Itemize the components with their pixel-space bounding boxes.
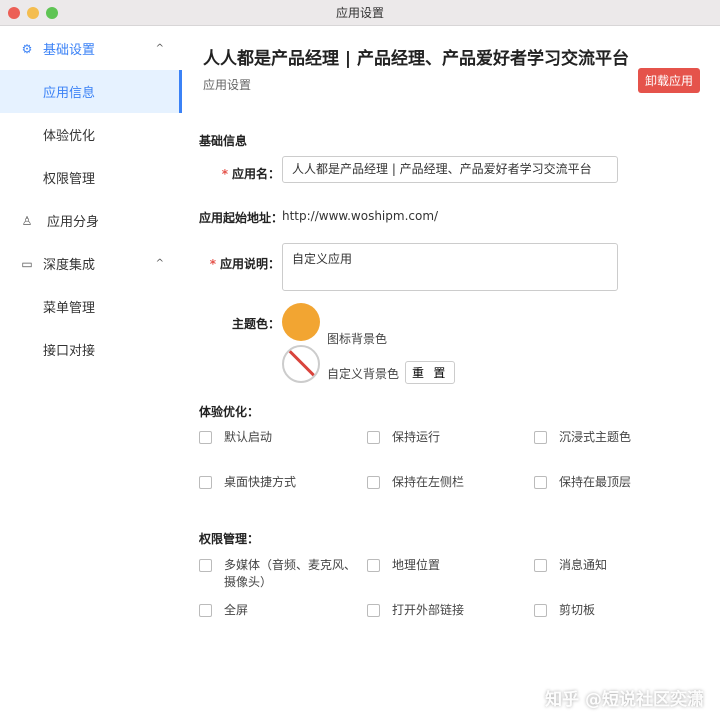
- checkbox[interactable]: [534, 559, 547, 572]
- uninstall-button[interactable]: 卸载应用: [637, 68, 700, 93]
- label: 保持在最顶层: [559, 475, 632, 489]
- label: 接口对接: [43, 344, 96, 359]
- icon-bg-label: 图标背景色: [327, 332, 388, 346]
- sidebar-item-api[interactable]: 接口对接: [0, 328, 182, 371]
- section-permissions: 权限管理：: [199, 532, 260, 546]
- checkbox[interactable]: [367, 604, 380, 617]
- sidebar-item-experience[interactable]: 体验优化: [0, 113, 182, 156]
- label: 基础设置: [43, 43, 96, 58]
- label: 权限管理: [43, 172, 96, 187]
- minimize-button[interactable]: [27, 7, 39, 19]
- sidebar-item-menu[interactable]: 菜单管理: [0, 285, 182, 328]
- checkbox-always-on-top[interactable]: 保持在最顶层: [534, 474, 631, 491]
- laptop-icon: ▭: [21, 256, 33, 271]
- custom-bg-label: 自定义背景色: [327, 367, 400, 381]
- sidebar-group-basic[interactable]: ⚙ 基础设置 ^: [0, 27, 182, 70]
- custom-bg-color-swatch[interactable]: [282, 345, 320, 383]
- label: 多媒体（音频、麦克风、摄像头）: [224, 558, 357, 589]
- checkbox[interactable]: [199, 559, 212, 572]
- label: 应用说明：: [219, 257, 280, 271]
- section-experience: 体验优化：: [199, 405, 260, 419]
- label: 应用信息: [43, 86, 96, 101]
- label: 保持在左侧栏: [392, 475, 465, 489]
- name-label: * 应用名：: [221, 167, 280, 181]
- label: 打开外部链接: [392, 603, 465, 617]
- checkbox[interactable]: [199, 431, 212, 444]
- page-title: 人人都是产品经理 | 产品经理、产品爱好者学习交流平台: [203, 49, 630, 69]
- checkbox-keep-left-sidebar[interactable]: 保持在左侧栏: [367, 474, 464, 491]
- window-controls: [8, 7, 58, 19]
- gear-icon: ⚙: [21, 41, 33, 56]
- page-subtitle: 应用设置: [203, 78, 252, 92]
- none-slash-icon: [285, 347, 318, 381]
- checkbox-keep-running[interactable]: 保持运行: [367, 429, 440, 446]
- label: 地理位置: [392, 558, 441, 572]
- label: 深度集成: [43, 258, 96, 273]
- url-label: 应用起始地址：: [199, 211, 284, 225]
- checkbox-location[interactable]: 地理位置: [367, 557, 440, 574]
- checkbox-multimedia[interactable]: 多媒体（音频、麦克风、摄像头）: [199, 557, 364, 591]
- app-name-input[interactable]: 人人都是产品经理 | 产品经理、产品爱好者学习交流平台: [282, 156, 618, 183]
- label: 全屏: [224, 603, 249, 617]
- checkbox-fullscreen[interactable]: 全屏: [199, 602, 248, 619]
- desc-label: * 应用说明：: [209, 257, 280, 271]
- label: 沉浸式主题色: [559, 430, 632, 444]
- checkbox-clipboard[interactable]: 剪切板: [534, 602, 595, 619]
- icon-bg-color-swatch[interactable]: [282, 303, 320, 341]
- app-description-textarea[interactable]: 自定义应用: [282, 243, 618, 291]
- checkbox-default-start[interactable]: 默认启动: [199, 429, 272, 446]
- window-title: 应用设置: [335, 6, 384, 20]
- label: 体验优化: [43, 129, 96, 144]
- checkbox[interactable]: [367, 476, 380, 489]
- theme-label: 主题色：: [231, 317, 280, 331]
- label: 默认启动: [224, 430, 273, 444]
- chevron-up-icon: ^: [155, 43, 164, 54]
- main-content: 人人都是产品经理 | 产品经理、产品爱好者学习交流平台 应用设置 卸载应用 基础…: [182, 27, 720, 720]
- label: 桌面快捷方式: [224, 475, 297, 489]
- checkbox[interactable]: [534, 476, 547, 489]
- label: 应用名：: [231, 167, 280, 181]
- label: 消息通知: [559, 558, 608, 572]
- label: 保持运行: [392, 430, 441, 444]
- label: 应用分身: [47, 215, 100, 230]
- reset-button[interactable]: 重 置: [405, 361, 456, 384]
- checkbox[interactable]: [367, 431, 380, 444]
- sidebar-group-integration[interactable]: ▭ 深度集成 ^: [0, 242, 182, 285]
- sidebar-item-app-info[interactable]: 应用信息: [0, 70, 182, 113]
- chevron-up-icon: ^: [155, 258, 164, 269]
- watermark: 知乎 @短说社区奕潇: [545, 690, 704, 710]
- close-button[interactable]: [8, 7, 20, 19]
- sidebar-item-permissions[interactable]: 权限管理: [0, 156, 182, 199]
- sidebar-item-app-split[interactable]: ♙ 应用分身: [0, 199, 182, 242]
- checkbox[interactable]: [199, 604, 212, 617]
- checkbox-immersive-theme[interactable]: 沉浸式主题色: [534, 429, 631, 446]
- label: 菜单管理: [43, 301, 96, 316]
- checkbox[interactable]: [534, 431, 547, 444]
- section-basic: 基础信息: [199, 134, 248, 148]
- url-value: http://www.woshipm.com/: [282, 209, 439, 223]
- user-icon: ♙: [21, 213, 33, 228]
- title-bar: 应用设置: [0, 0, 720, 26]
- checkbox[interactable]: [199, 476, 212, 489]
- label: 剪切板: [559, 603, 596, 617]
- zoom-button[interactable]: [46, 7, 58, 19]
- checkbox-external-links[interactable]: 打开外部链接: [367, 602, 464, 619]
- sidebar: ⚙ 基础设置 ^ 应用信息 体验优化 权限管理 ♙ 应用分身 ▭ 深度集成 ^ 菜单管理 …: [0, 27, 182, 720]
- checkbox[interactable]: [534, 604, 547, 617]
- checkbox-notifications[interactable]: 消息通知: [534, 557, 607, 574]
- checkbox[interactable]: [367, 559, 380, 572]
- checkbox-desktop-shortcut[interactable]: 桌面快捷方式: [199, 474, 296, 491]
